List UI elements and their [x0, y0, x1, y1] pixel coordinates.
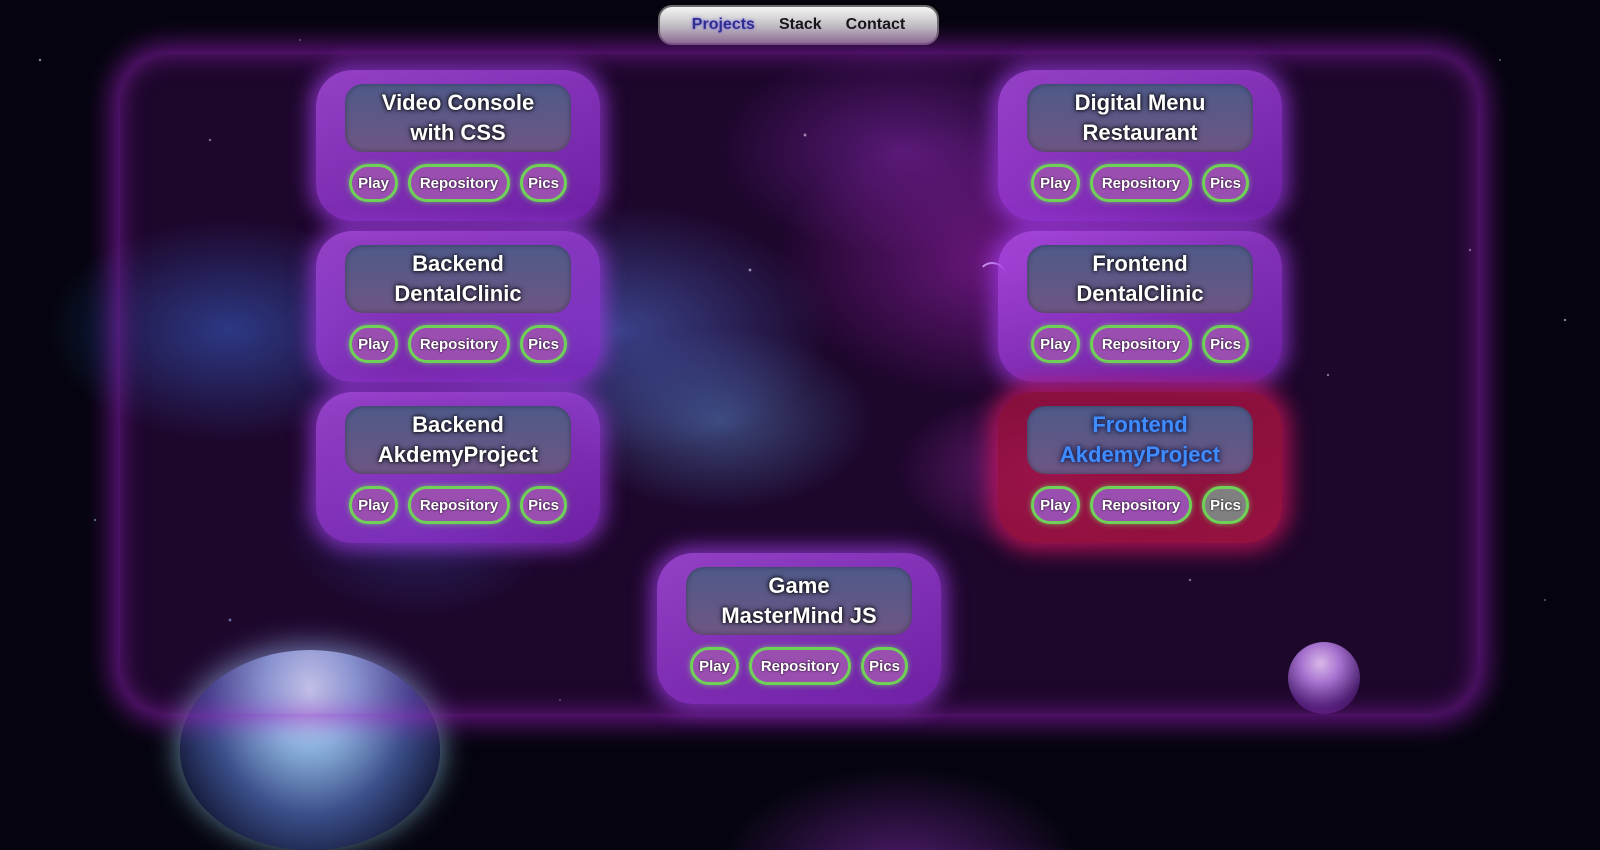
repository-button[interactable]: Repository	[408, 486, 510, 524]
play-button[interactable]: Play	[349, 325, 398, 363]
project-title: Game MasterMind JS	[721, 573, 877, 628]
play-button[interactable]: Play	[349, 486, 398, 524]
project-title: Backend AkdemyProject	[377, 412, 539, 467]
pics-button[interactable]: Pics	[520, 486, 567, 524]
project-title-box: Backend AkdemyProject	[345, 406, 571, 474]
project-card-frontend-dentalclinic: Frontend DentalClinic Play Repository Pi…	[998, 231, 1282, 382]
project-title-box: Video Console with CSS	[345, 84, 571, 152]
nav-contact[interactable]: Contact	[846, 16, 906, 34]
pics-button[interactable]: Pics	[1202, 325, 1249, 363]
play-button[interactable]: Play	[1031, 486, 1080, 524]
play-button[interactable]: Play	[349, 164, 398, 202]
repository-button[interactable]: Repository	[1090, 486, 1192, 524]
project-title: Digital Menu Restaurant	[1074, 90, 1206, 145]
repository-button[interactable]: Repository	[408, 164, 510, 202]
play-button[interactable]: Play	[1031, 164, 1080, 202]
nav-projects[interactable]: Projects	[692, 16, 755, 34]
project-card-frontend-akdemy: Frontend AkdemyProject Play Repository P…	[998, 392, 1282, 543]
pics-button[interactable]: Pics	[1202, 164, 1249, 202]
project-title: Frontend DentalClinic	[1076, 251, 1204, 306]
pics-button[interactable]: Pics	[520, 164, 567, 202]
repository-button[interactable]: Repository	[1090, 164, 1192, 202]
pics-button[interactable]: Pics	[1202, 486, 1249, 524]
pics-button[interactable]: Pics	[520, 325, 567, 363]
nav-stack[interactable]: Stack	[779, 16, 822, 34]
project-title-box: Frontend AkdemyProject	[1027, 406, 1253, 474]
project-card-mastermind: Game MasterMind JS Play Repository Pics	[657, 553, 941, 704]
project-card-backend-akdemy: Backend AkdemyProject Play Repository Pi…	[316, 392, 600, 543]
project-card-video-console: Video Console with CSS Play Repository P…	[316, 70, 600, 221]
project-card-backend-dentalclinic: Backend DentalClinic Play Repository Pic…	[316, 231, 600, 382]
top-nav: Projects Stack Contact	[658, 5, 939, 45]
project-title-box: Backend DentalClinic	[345, 245, 571, 313]
pics-button[interactable]: Pics	[861, 647, 908, 685]
project-title-box: Digital Menu Restaurant	[1027, 84, 1253, 152]
repository-button[interactable]: Repository	[408, 325, 510, 363]
project-title-box: Game MasterMind JS	[686, 567, 912, 635]
project-title: Video Console with CSS	[381, 90, 535, 145]
project-title: Backend DentalClinic	[394, 251, 522, 306]
project-title: Frontend AkdemyProject	[1059, 412, 1221, 467]
repository-button[interactable]: Repository	[1090, 325, 1192, 363]
project-card-digital-menu: Digital Menu Restaurant Play Repository …	[998, 70, 1282, 221]
project-title-box: Frontend DentalClinic	[1027, 245, 1253, 313]
play-button[interactable]: Play	[690, 647, 739, 685]
repository-button[interactable]: Repository	[749, 647, 851, 685]
play-button[interactable]: Play	[1031, 325, 1080, 363]
